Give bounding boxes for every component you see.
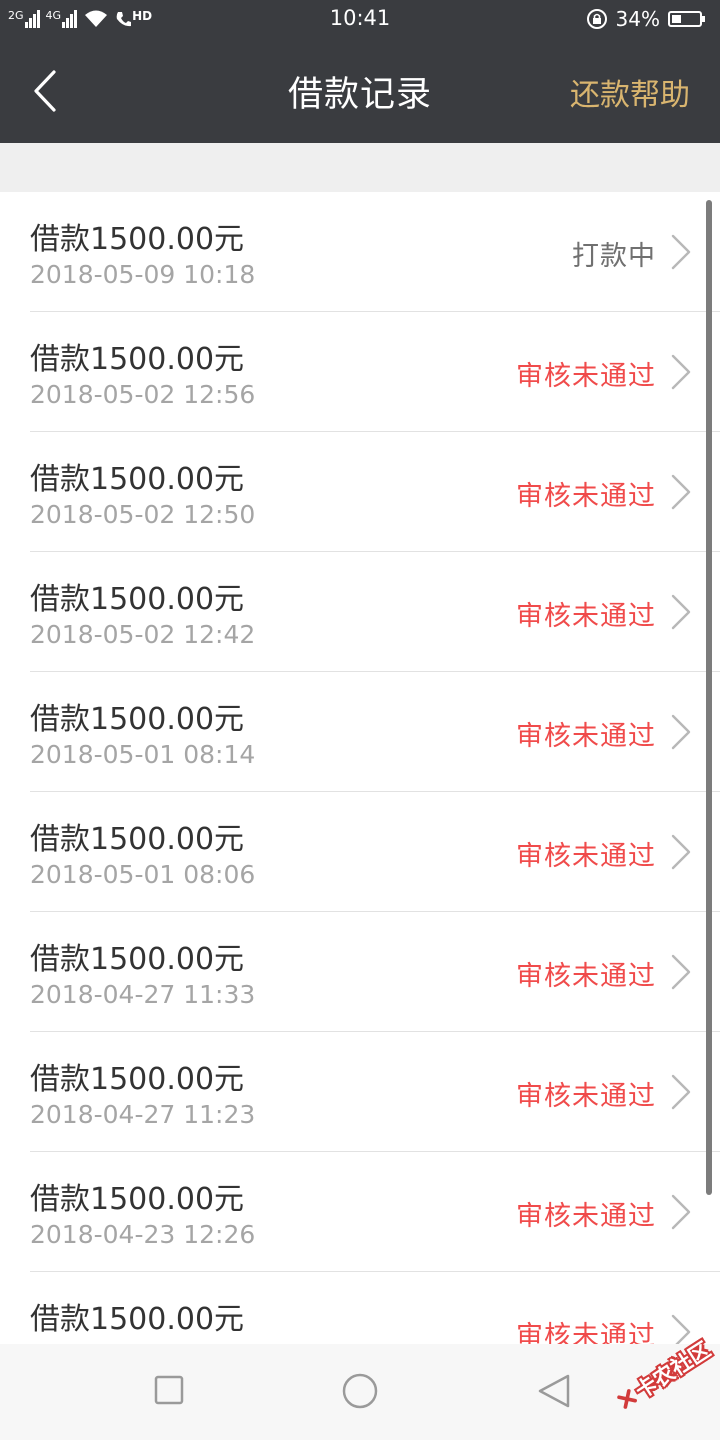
record-amount: 借款1500.00元 [30,342,245,377]
record-time: 2018-05-02 12:50 [30,500,256,529]
chevron-right-icon [671,474,691,510]
record-amount: 借款1500.00元 [30,582,245,617]
loan-record-row[interactable]: 借款1500.00元 2018-05-02 12:42 审核未通过 [0,552,720,672]
app-header: 2G 4G HD 10:41 34% 借款记录 还款帮助 [0,0,720,143]
record-status: 审核未通过 [516,361,656,392]
title-bar: 借款记录 还款帮助 [0,38,720,143]
record-status: 审核未通过 [516,961,656,992]
chevron-right-icon [671,1194,691,1230]
record-time: 2018-04-27 11:33 [30,980,256,1009]
record-amount: 借款1500.00元 [30,702,245,737]
home-icon [342,1373,378,1409]
loan-record-row[interactable]: 借款1500.00元 2018-04-27 11:23 审核未通过 [0,1032,720,1152]
record-status: 审核未通过 [516,721,656,752]
chevron-right-icon [671,714,691,750]
record-time: 2018-05-02 12:42 [30,620,256,649]
chevron-right-icon [671,234,691,270]
record-amount: 借款1500.00元 [30,942,245,977]
record-status: 审核未通过 [516,1081,656,1112]
record-status: 审核未通过 [516,481,656,512]
loan-record-row[interactable]: 借款1500.00元 2018-04-23 12:26 审核未通过 [0,1152,720,1272]
repayment-help-link[interactable]: 还款帮助 [570,70,690,114]
record-amount: 借款1500.00元 [30,462,245,497]
record-time: 2018-05-09 10:18 [30,260,256,289]
loan-record-row[interactable]: 借款1500.00元 2018-05-01 08:14 审核未通过 [0,672,720,792]
loan-record-row[interactable]: 借款1500.00元 2018-05-02 12:56 审核未通过 [0,312,720,432]
home-button[interactable] [342,1373,378,1409]
back-triangle-icon [538,1374,570,1408]
record-status: 审核未通过 [516,601,656,632]
recent-apps-button[interactable] [154,1375,184,1405]
chevron-right-icon [671,834,691,870]
loan-record-row[interactable]: 借款1500.00元 2018-05-01 08:06 审核未通过 [0,792,720,912]
record-amount: 借款1500.00元 [30,1182,245,1217]
record-status: 打款中 [572,241,656,272]
battery-icon [668,11,705,27]
status-right: 34% [586,6,705,32]
rotation-lock-icon [586,9,607,29]
record-status: 审核未通过 [516,841,656,872]
record-amount: 借款1500.00元 [30,1302,245,1337]
loan-record-row[interactable]: 借款1500.00元审核未通过 [0,1272,720,1344]
loan-record-row[interactable]: 借款1500.00元 2018-05-02 12:50 审核未通过 [0,432,720,552]
record-time: 2018-05-01 08:14 [30,740,256,769]
record-time: 2018-04-27 11:23 [30,1100,256,1129]
record-time: 2018-05-02 12:56 [30,380,256,409]
chevron-right-icon [671,354,691,390]
status-bar: 2G 4G HD 10:41 34% [0,0,720,38]
scrollbar[interactable] [706,200,712,1195]
record-amount: 借款1500.00元 [30,822,245,857]
battery-level [672,15,681,23]
record-status: 审核未通过 [516,1201,656,1232]
loan-record-row[interactable]: 借款1500.00元 2018-04-27 11:33 审核未通过 [0,912,720,1032]
record-time: 2018-04-23 12:26 [30,1220,256,1249]
battery-percent: 34% [615,7,660,31]
section-spacer [0,143,720,192]
system-nav-bar [0,1344,720,1440]
record-status: 审核未通过 [516,1321,656,1344]
chevron-right-icon [671,1074,691,1110]
chevron-right-icon [671,594,691,630]
chevron-right-icon [671,954,691,990]
recent-apps-icon [154,1375,184,1405]
record-time: 2018-05-01 08:06 [30,860,256,889]
record-amount: 借款1500.00元 [30,222,245,257]
record-amount: 借款1500.00元 [30,1062,245,1097]
system-back-button[interactable] [536,1373,572,1409]
loan-record-list[interactable]: 借款1500.00元 2018-05-09 10:18 打款中 借款1500.00元 2… [0,192,720,1344]
loan-record-row[interactable]: 借款1500.00元 2018-05-09 10:18 打款中 [0,192,720,312]
